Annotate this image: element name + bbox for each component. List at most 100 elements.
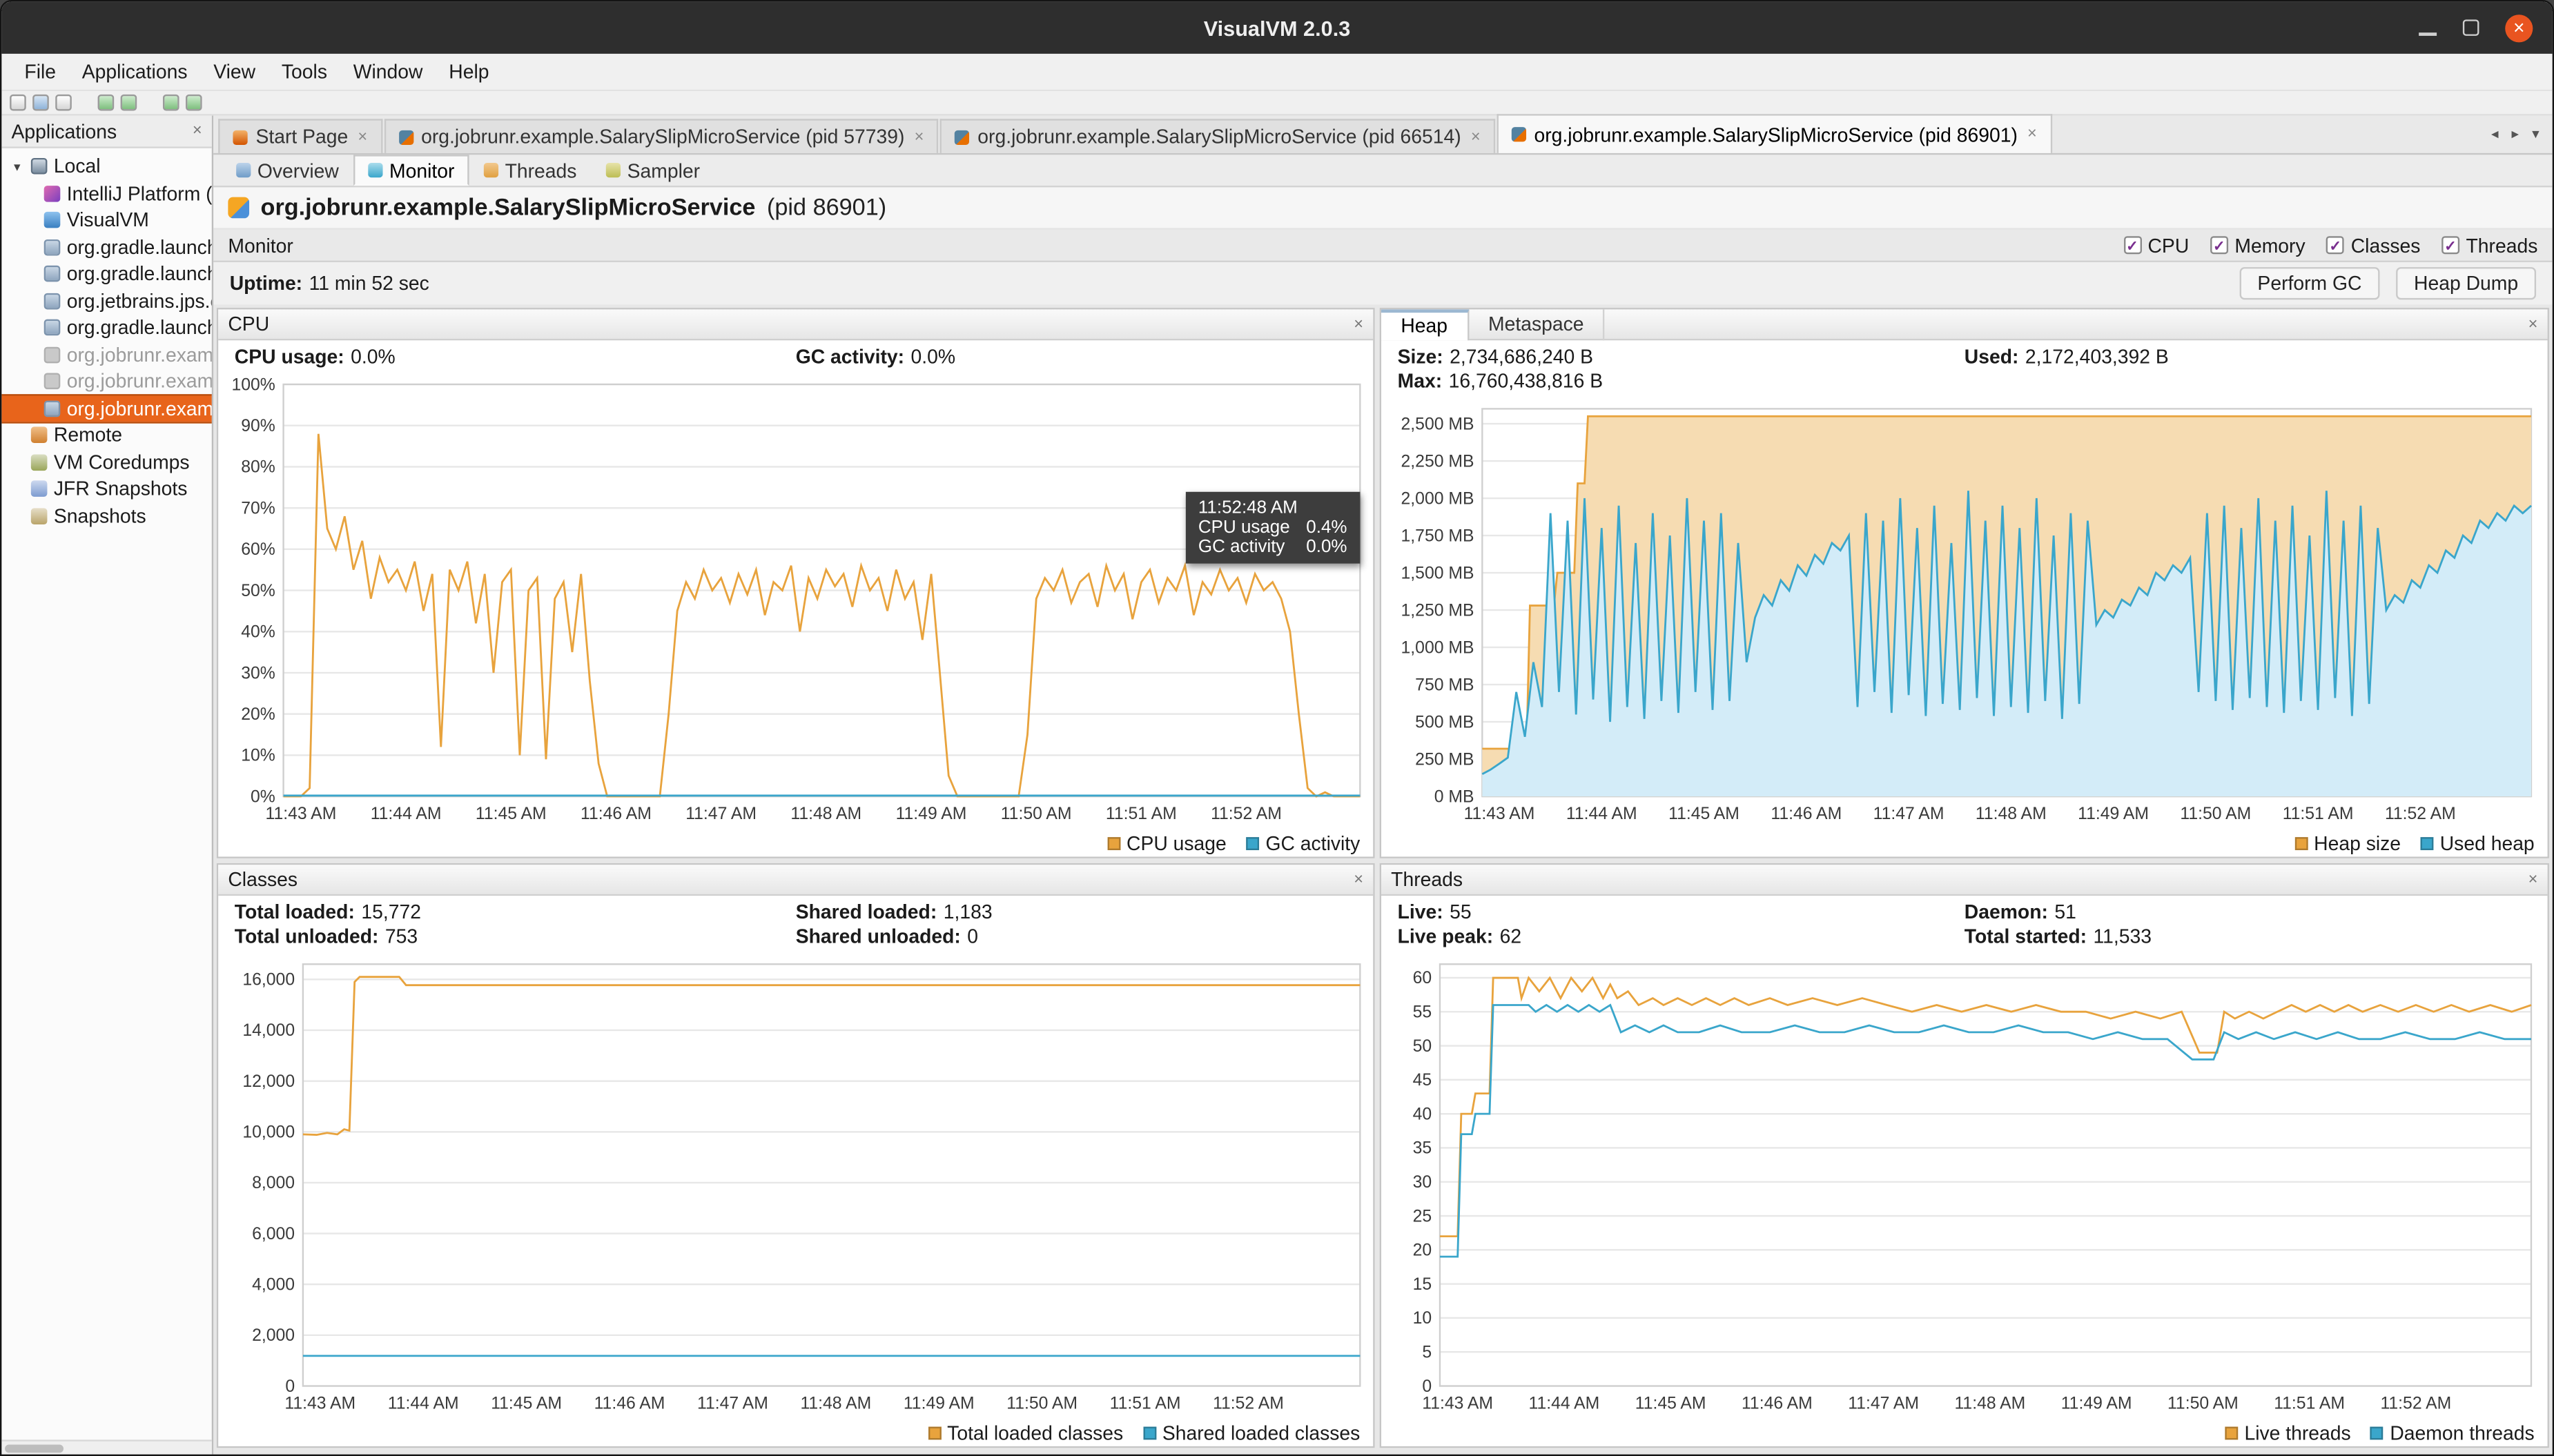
toolbar-applications-icon[interactable] <box>10 95 26 111</box>
heap-chart[interactable]: 0 MB250 MB500 MB750 MB1,000 MB1,250 MB1,… <box>1381 396 2548 829</box>
toolbar-heapdump-icon[interactable] <box>186 95 202 111</box>
threads-panel-header[interactable]: Threads × <box>1381 865 2548 896</box>
toolbar-snapshot-icon[interactable] <box>121 95 137 111</box>
title-bar[interactable]: VisualVM 2.0.3 × <box>1 1 2552 54</box>
tab-monitor[interactable]: Monitor <box>353 155 469 186</box>
tree-item-intellij[interactable]: IntelliJ Platform (p <box>1 180 211 207</box>
tab-close-icon[interactable]: × <box>358 128 367 146</box>
cpu-panel-header[interactable]: CPU × <box>218 309 1373 340</box>
sidebar-hscrollbar[interactable] <box>1 1439 211 1454</box>
tab-overview[interactable]: Overview <box>222 155 353 186</box>
tree-item-jobrunr-terminated-2[interactable]: org.jobrunr.examp <box>1 368 211 395</box>
scrollbar-thumb[interactable] <box>5 1444 64 1453</box>
tree-item-jfr-snapshots[interactable]: JFR Snapshots <box>1 475 211 502</box>
monitor-icon <box>368 163 382 177</box>
classes-chart[interactable]: 02,0004,0006,0008,00010,00012,00014,0001… <box>218 951 1373 1418</box>
tree-item-gradle-1[interactable]: org.gradle.launche <box>1 234 211 261</box>
heap-dump-button[interactable]: Heap Dump <box>2396 267 2536 299</box>
tree-item-snapshots[interactable]: Snapshots <box>1 502 211 529</box>
tab-scroll-left-icon[interactable]: ◂ <box>2491 126 2499 144</box>
svg-text:11:46 AM: 11:46 AM <box>1771 805 1842 823</box>
panel-close-icon[interactable]: × <box>1354 871 1363 889</box>
svg-text:11:49 AM: 11:49 AM <box>896 805 967 823</box>
svg-text:25: 25 <box>1413 1207 1432 1226</box>
menu-help[interactable]: Help <box>436 54 502 90</box>
metric-checkboxes: ✓ CPU ✓ Memory ✓ Classes ✓ Threads <box>2123 234 2537 257</box>
tab-start-page[interactable]: Start Page × <box>218 119 382 153</box>
tab-pid-86901[interactable]: org.jobrunr.example.SalarySlipMicroServi… <box>1497 114 2051 153</box>
menu-tools[interactable]: Tools <box>269 54 340 90</box>
minimize-icon[interactable] <box>2419 32 2437 35</box>
visualvm-window: VisualVM 2.0.3 × File Applications View … <box>0 0 2554 1456</box>
checkbox-checked-icon[interactable]: ✓ <box>2123 236 2141 254</box>
classes-panel-header[interactable]: Classes × <box>218 865 1373 896</box>
svg-text:11:43 AM: 11:43 AM <box>284 1395 355 1413</box>
tree-item-remote[interactable]: Remote <box>1 422 211 449</box>
svg-text:35: 35 <box>1413 1139 1432 1158</box>
svg-text:2,250 MB: 2,250 MB <box>1401 452 1474 471</box>
svg-text:11:49 AM: 11:49 AM <box>2078 805 2149 823</box>
sidebar-header[interactable]: Applications × <box>1 116 211 148</box>
panel-close-icon[interactable]: × <box>1354 315 1363 333</box>
tree-item-jetbrains-jps[interactable]: org.jetbrains.jps.cm <box>1 288 211 315</box>
panel-close-icon[interactable]: × <box>2528 871 2538 889</box>
tree-item-jobrunr-terminated-1[interactable]: org.jobrunr.examp <box>1 341 211 368</box>
menu-file[interactable]: File <box>12 54 69 90</box>
tab-close-icon[interactable]: × <box>915 128 924 146</box>
tab-sampler[interactable]: Sampler <box>592 155 715 186</box>
svg-text:11:46 AM: 11:46 AM <box>594 1395 665 1413</box>
toolbar-gc-icon[interactable] <box>163 95 179 111</box>
tree-item-jobrunr-selected[interactable]: org.jobrunr.examp <box>1 395 211 422</box>
cpu-chart[interactable]: 11:52:48 AM CPU usage0.4% GC activity0.0… <box>218 371 1373 829</box>
cpu-legend: CPU usageGC activity <box>218 829 1373 856</box>
close-icon[interactable]: × <box>2505 14 2533 41</box>
menu-view[interactable]: View <box>200 54 269 90</box>
checkbox-checked-icon[interactable]: ✓ <box>2210 236 2228 254</box>
tab-close-icon[interactable]: × <box>2027 126 2037 144</box>
svg-text:30%: 30% <box>241 664 275 682</box>
tree-item-local[interactable]: ▾ Local <box>1 153 211 180</box>
tab-scroll-controls: ◂ ▸ ▾ <box>2491 126 2540 144</box>
tab-pid-57739[interactable]: org.jobrunr.example.SalarySlipMicroServi… <box>384 119 939 153</box>
applications-sidebar: Applications × ▾ Local IntelliJ Platform… <box>1 116 213 1455</box>
svg-text:15: 15 <box>1413 1275 1432 1294</box>
checkbox-memory[interactable]: ✓ Memory <box>2210 234 2306 257</box>
legend-swatch <box>2370 1426 2384 1439</box>
tab-list-icon[interactable]: ▾ <box>2532 126 2540 144</box>
expander-icon[interactable]: ▾ <box>10 159 24 174</box>
checkbox-threads[interactable]: ✓ Threads <box>2441 234 2537 257</box>
menu-window[interactable]: Window <box>340 54 436 90</box>
menu-applications[interactable]: Applications <box>69 54 200 90</box>
heap-stats: Size:2,734,686,240 B Used:2,172,403,392 … <box>1381 340 2548 395</box>
computer-icon <box>31 159 48 175</box>
tree-item-visualvm[interactable]: VisualVM <box>1 207 211 234</box>
tab-metaspace[interactable]: Metaspace <box>1469 308 1606 340</box>
svg-text:11:52 AM: 11:52 AM <box>2385 805 2456 823</box>
tab-close-icon[interactable]: × <box>1471 128 1481 146</box>
checkbox-checked-icon[interactable]: ✓ <box>2326 236 2344 254</box>
svg-text:11:51 AM: 11:51 AM <box>1106 805 1177 823</box>
toolbar-add-icon[interactable] <box>98 95 115 111</box>
toolbar-open-icon[interactable] <box>32 95 49 111</box>
maximize-icon[interactable] <box>2463 19 2479 36</box>
tab-pid-66514[interactable]: org.jobrunr.example.SalarySlipMicroServi… <box>940 119 1495 153</box>
uptime-value: 11 min 52 sec <box>309 272 429 295</box>
tab-scroll-right-icon[interactable]: ▸ <box>2512 126 2519 144</box>
checkbox-checked-icon[interactable]: ✓ <box>2441 236 2459 254</box>
panel-close-icon[interactable]: × <box>2528 315 2538 333</box>
tree-item-gradle-2[interactable]: org.gradle.launche <box>1 261 211 288</box>
classes-legend: Total loaded classesShared loaded classe… <box>218 1419 1373 1446</box>
tab-threads[interactable]: Threads <box>469 155 592 186</box>
svg-text:11:44 AM: 11:44 AM <box>1529 1395 1600 1413</box>
tree-item-vm-coredumps[interactable]: VM Coredumps <box>1 449 211 475</box>
sidebar-close-icon[interactable]: × <box>193 122 202 140</box>
tab-heap[interactable]: Heap <box>1381 308 1469 340</box>
svg-text:11:52 AM: 11:52 AM <box>2380 1395 2451 1413</box>
threads-panel: Threads × Live:55 Daemon:51 Live peak:62… <box>1380 863 2549 1448</box>
tree-item-gradle-3[interactable]: org.gradle.launche <box>1 315 211 342</box>
threads-chart[interactable]: 05101520253035404550556011:43 AM11:44 AM… <box>1381 951 2548 1418</box>
toolbar-save-icon[interactable] <box>55 95 72 111</box>
perform-gc-button[interactable]: Perform GC <box>2239 267 2379 299</box>
checkbox-classes[interactable]: ✓ Classes <box>2326 234 2420 257</box>
checkbox-cpu[interactable]: ✓ CPU <box>2123 234 2189 257</box>
